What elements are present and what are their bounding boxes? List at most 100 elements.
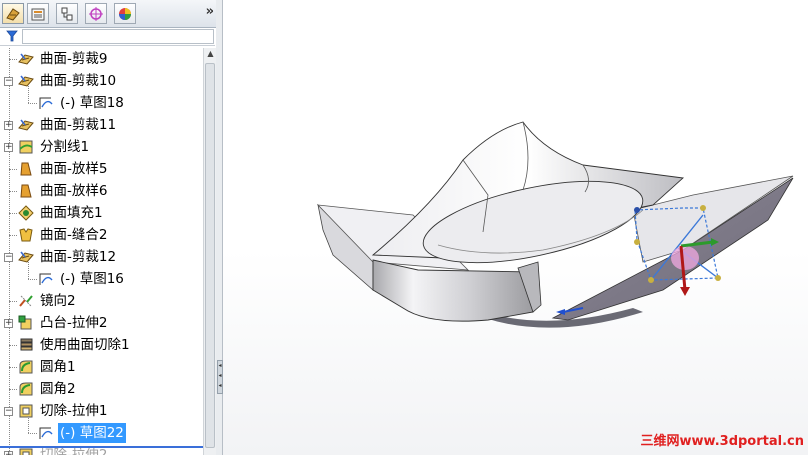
display-manager-icon bbox=[119, 7, 131, 20]
tree-item[interactable]: (-) 草图18 bbox=[0, 86, 203, 114]
split-line-icon bbox=[18, 139, 34, 155]
tree-item[interactable]: + 曲面-剪裁11 bbox=[0, 114, 203, 136]
tree-connector bbox=[9, 213, 17, 214]
tree-connector bbox=[28, 279, 37, 280]
tree-item-label: (-) 草图18 bbox=[60, 95, 124, 111]
boss-extrude-icon bbox=[18, 315, 34, 331]
tree-item-label: 圆角2 bbox=[40, 381, 76, 397]
tree-item-label: 圆角1 bbox=[40, 359, 76, 375]
propertymanager-tab[interactable] bbox=[27, 3, 49, 24]
tree-item[interactable]: − 切除-拉伸1 bbox=[0, 400, 203, 422]
tree-connector bbox=[28, 416, 29, 433]
filter-icon[interactable] bbox=[6, 30, 18, 42]
collapse-icon[interactable]: − bbox=[4, 407, 13, 416]
tree-connector bbox=[28, 433, 37, 434]
sketch-icon bbox=[38, 271, 54, 287]
tree-item[interactable]: 曲面填充1 bbox=[0, 202, 203, 224]
collapse-icon[interactable]: − bbox=[4, 77, 13, 86]
tree-item-label: 凸台-拉伸2 bbox=[40, 315, 108, 331]
cut-extrude-icon bbox=[18, 447, 34, 455]
fillet-icon bbox=[18, 359, 34, 375]
tree-connector bbox=[9, 389, 17, 390]
tree-item[interactable]: 曲面-剪裁9 bbox=[0, 48, 203, 70]
tree-connector bbox=[9, 191, 17, 192]
tree-item-label: 曲面-剪裁11 bbox=[40, 117, 117, 133]
tree-item-label: (-) 草图22 bbox=[58, 423, 126, 443]
tree-item[interactable]: − 曲面-剪裁10 bbox=[0, 70, 203, 92]
surface-trim-icon bbox=[18, 117, 34, 133]
tree-item[interactable]: 曲面-缝合2 bbox=[0, 224, 203, 246]
feature-manager-panel: » 曲面-剪裁9− 曲面-剪裁10 (-) 草图18 + 曲面-剪裁11 + 分割线1 曲面-… bbox=[0, 0, 217, 455]
tree-item-label: 曲面填充1 bbox=[40, 205, 103, 221]
tree-item-label: 曲面-剪裁10 bbox=[40, 73, 117, 89]
surface-cut-icon bbox=[18, 337, 34, 353]
panel-tab-bar: » bbox=[0, 0, 216, 28]
expand-icon[interactable]: + bbox=[4, 143, 13, 152]
tree-item[interactable]: 镜向2 bbox=[0, 290, 203, 312]
panel-expand-chevron[interactable]: » bbox=[206, 4, 215, 19]
expand-icon[interactable]: + bbox=[4, 451, 13, 455]
tree-scrollbar[interactable]: ▲ bbox=[203, 48, 216, 455]
tree-item[interactable]: 圆角2 bbox=[0, 378, 203, 400]
tree-connector bbox=[9, 169, 17, 170]
tree-item-label: (-) 草图16 bbox=[60, 271, 124, 287]
tree-connector bbox=[9, 367, 17, 368]
featuremanager-tab[interactable] bbox=[2, 3, 24, 24]
featuremanager-icon bbox=[6, 7, 20, 21]
surface-knit-icon bbox=[18, 227, 34, 243]
tree-connector bbox=[28, 86, 29, 103]
tree-connector bbox=[28, 262, 29, 279]
tree-item[interactable]: 曲面-放样5 bbox=[0, 158, 203, 180]
tree-item[interactable]: 使用曲面切除1 bbox=[0, 334, 203, 356]
tree-item[interactable]: + 凸台-拉伸2 bbox=[0, 312, 203, 334]
tree-item-label: 曲面-缝合2 bbox=[40, 227, 108, 243]
tree-item-label: 使用曲面切除1 bbox=[40, 337, 130, 353]
surface-trim-icon bbox=[18, 73, 34, 89]
filter-input[interactable] bbox=[22, 29, 214, 44]
filter-row bbox=[0, 28, 215, 46]
surface-loft-icon bbox=[18, 161, 34, 177]
surface-trim-icon bbox=[18, 51, 34, 67]
mirror-icon bbox=[18, 293, 34, 309]
tree-item-label: 镜向2 bbox=[40, 293, 76, 309]
tree-item-label: 曲面-放样6 bbox=[40, 183, 108, 199]
surface-trim-icon bbox=[18, 249, 34, 265]
tree-connector bbox=[9, 59, 17, 60]
tree-item-label: 曲面-剪裁9 bbox=[40, 51, 108, 67]
tree-item[interactable]: 圆角1 bbox=[0, 356, 203, 378]
tree-item[interactable]: 曲面-放样6 bbox=[0, 180, 203, 202]
tree-item-label: 曲面-剪裁12 bbox=[40, 249, 117, 265]
tree-item[interactable]: (-) 草图22 bbox=[0, 416, 203, 444]
display-manager-tab[interactable] bbox=[114, 3, 136, 24]
collapse-icon[interactable]: − bbox=[4, 253, 13, 262]
dimxpert-icon bbox=[89, 6, 103, 21]
expand-icon[interactable]: + bbox=[4, 319, 13, 328]
tree-item-label: 分割线1 bbox=[40, 139, 90, 155]
expand-icon[interactable]: + bbox=[4, 121, 13, 130]
rollback-bar[interactable] bbox=[0, 446, 203, 448]
configurationmanager-tab[interactable] bbox=[56, 3, 78, 24]
tree-connector bbox=[9, 345, 17, 346]
sketch-icon bbox=[38, 95, 54, 111]
configurationmanager-icon bbox=[61, 7, 73, 20]
tree-item[interactable]: − 曲面-剪裁12 bbox=[0, 246, 203, 268]
tree-item-label: 切除-拉伸1 bbox=[40, 403, 108, 419]
feature-tree: 曲面-剪裁9 − 曲面-剪裁10 (-) 草图18 + 曲面-剪裁11 + 分割线1 曲面-放样… bbox=[0, 48, 203, 455]
tree-item[interactable]: + 分割线1 bbox=[0, 136, 203, 158]
dimxpert-tab[interactable] bbox=[85, 3, 107, 24]
tree-item-label: 曲面-放样5 bbox=[40, 161, 108, 177]
tree-connector bbox=[28, 103, 37, 104]
cut-extrude-icon bbox=[18, 403, 34, 419]
propertymanager-icon bbox=[31, 8, 45, 20]
graphics-viewport[interactable]: 三维网www.3dportal.cn bbox=[223, 0, 808, 455]
sketch-icon bbox=[38, 425, 54, 441]
surface-fill-icon bbox=[18, 205, 34, 221]
tree-item[interactable]: (-) 草图16 bbox=[0, 262, 203, 290]
front-wall bbox=[372, 259, 534, 322]
part-model[interactable] bbox=[223, 0, 808, 455]
scrollbar-thumb[interactable] bbox=[205, 63, 215, 448]
tree-connector bbox=[9, 235, 17, 236]
tree-connector bbox=[9, 301, 17, 302]
watermark-text: 三维网www.3dportal.cn bbox=[640, 434, 804, 449]
surface-loft-icon bbox=[18, 183, 34, 199]
